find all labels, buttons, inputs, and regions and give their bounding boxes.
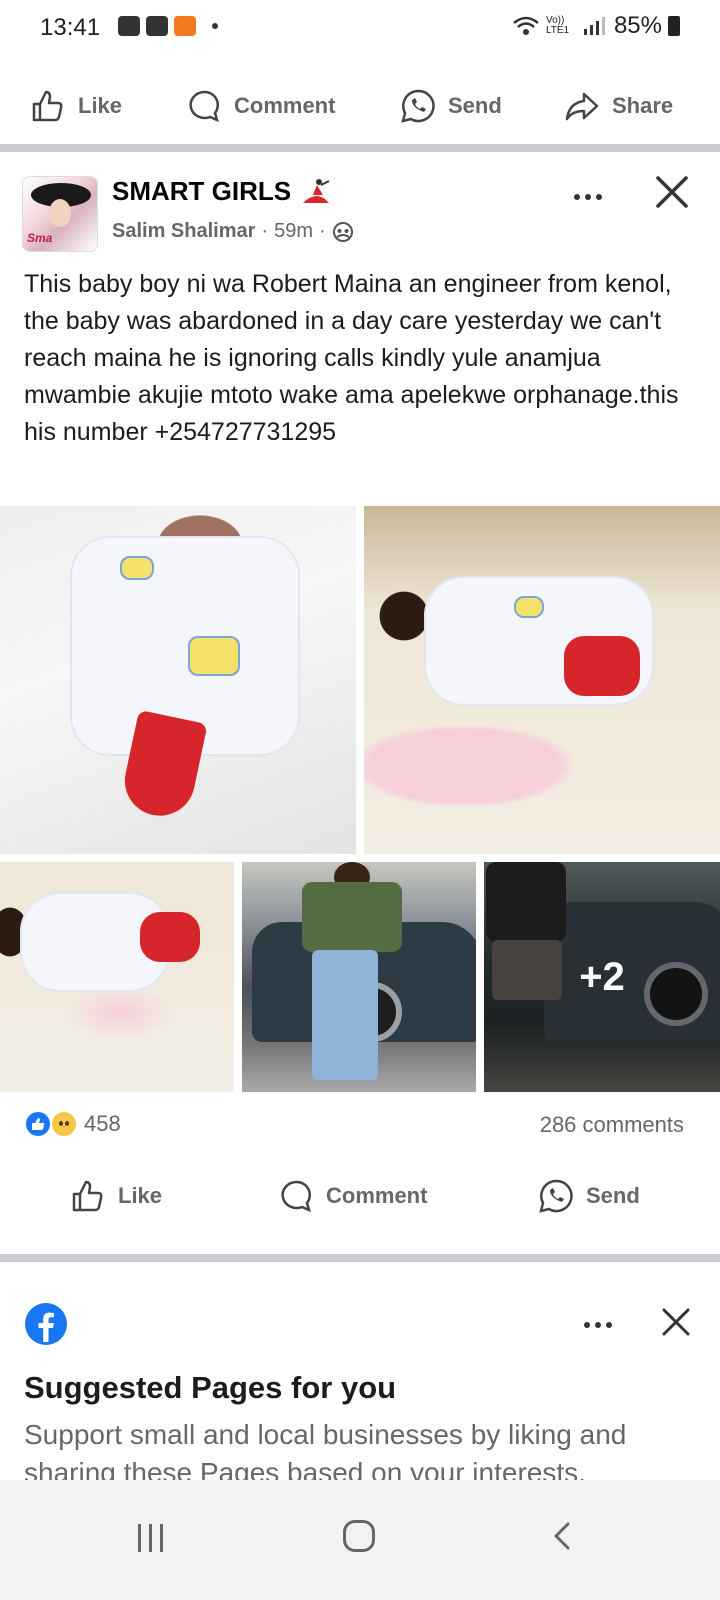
status-time: 13:41 bbox=[40, 14, 101, 41]
group-name-label: SMART GIRLS bbox=[112, 176, 292, 206]
post-like-button[interactable]: Like bbox=[70, 1166, 162, 1226]
share-button[interactable]: Share bbox=[564, 76, 673, 136]
like-icon bbox=[72, 1180, 103, 1212]
youtube-notification-icon bbox=[118, 16, 140, 36]
like-label: Like bbox=[78, 93, 123, 118]
like-icon bbox=[32, 90, 63, 122]
more-notifications-dot bbox=[212, 23, 218, 29]
red-pants-shape bbox=[564, 636, 640, 696]
more-dot bbox=[584, 1322, 590, 1328]
share-icon bbox=[565, 92, 599, 121]
whatsapp-icon bbox=[401, 89, 435, 123]
privacy-group-icon bbox=[332, 221, 353, 242]
group-avatar[interactable]: Sma bbox=[22, 176, 98, 252]
battery-icon bbox=[668, 16, 680, 36]
recents-bar bbox=[160, 1524, 163, 1552]
suggested-close-icon[interactable] bbox=[656, 1302, 696, 1342]
network-label: Vo)) LTE1 bbox=[545, 15, 570, 36]
post-time[interactable]: 59m bbox=[274, 220, 313, 243]
elephant-print-shape bbox=[120, 556, 154, 580]
temu-notification-icon bbox=[174, 16, 196, 36]
facebook-logo-icon bbox=[25, 1303, 67, 1345]
comment-icon bbox=[189, 90, 220, 123]
reaction-count: 458 bbox=[84, 1111, 121, 1136]
reactions-summary[interactable]: 458 bbox=[24, 1110, 121, 1138]
red-pants-shape bbox=[140, 912, 200, 962]
post-actions: Like Comment Send bbox=[0, 1166, 720, 1226]
post-like-label: Like bbox=[118, 1183, 163, 1208]
feed-separator bbox=[0, 144, 720, 152]
post-send-button[interactable]: Send bbox=[538, 1166, 640, 1226]
meta-separator: · bbox=[261, 220, 269, 242]
elephant-print-shape bbox=[188, 636, 240, 676]
like-button[interactable]: Like bbox=[30, 76, 122, 136]
post-meta: Salim Shalimar · 59m · bbox=[112, 220, 354, 243]
status-right: Vo)) LTE1 85% bbox=[512, 12, 680, 40]
meta-separator-2: · bbox=[318, 220, 326, 242]
more-photos-overlay[interactable]: +2 bbox=[484, 862, 720, 1092]
whatsapp-icon bbox=[539, 1179, 573, 1213]
gallery-notification-icon bbox=[146, 16, 168, 36]
notification-icons bbox=[118, 16, 218, 36]
elephant-print-shape bbox=[514, 596, 544, 618]
recents-bar bbox=[149, 1524, 152, 1552]
comment-icon bbox=[281, 1180, 312, 1213]
battery-percent: 85% bbox=[613, 12, 662, 39]
suggested-more-button[interactable] bbox=[578, 1310, 618, 1340]
status-bar: 13:41 Vo)) LTE1 85% bbox=[0, 0, 720, 56]
comments-count[interactable]: 286 comments bbox=[540, 1112, 684, 1138]
more-dot bbox=[606, 1322, 612, 1328]
sad-reaction-icon bbox=[50, 1110, 78, 1138]
group-name[interactable]: SMART GIRLS bbox=[112, 176, 333, 207]
man-shirt-shape bbox=[302, 882, 402, 952]
feed-separator bbox=[0, 1254, 720, 1262]
dancer-emoji-icon bbox=[303, 178, 330, 203]
recents-button[interactable] bbox=[138, 1524, 170, 1554]
comment-label: Comment bbox=[234, 93, 336, 118]
suggested-title: Suggested Pages for you bbox=[24, 1370, 397, 1405]
more-dot bbox=[596, 194, 602, 200]
send-button[interactable]: Send bbox=[400, 76, 502, 136]
signal-icon bbox=[583, 17, 605, 35]
share-label: Share bbox=[612, 93, 674, 118]
suggested-pages-card: Suggested Pages for you Support small an… bbox=[0, 1272, 720, 1488]
post-photo-3[interactable] bbox=[0, 862, 234, 1092]
post-more-button[interactable] bbox=[568, 182, 608, 212]
more-photos-count: +2 bbox=[579, 954, 625, 999]
post-photo-2[interactable] bbox=[364, 506, 720, 854]
comment-button[interactable]: Comment bbox=[186, 76, 335, 136]
hide-post-close-icon[interactable] bbox=[650, 170, 694, 214]
avatar-face-shape bbox=[49, 199, 71, 227]
post-photo-5[interactable]: +2 bbox=[484, 862, 720, 1092]
previous-post-actions: Like Comment Send Share bbox=[0, 76, 720, 136]
post-text: This baby boy ni wa Robert Maina an engi… bbox=[24, 270, 686, 446]
more-dot bbox=[595, 1322, 601, 1328]
avatar-tag: Sma bbox=[27, 231, 53, 245]
wifi-icon bbox=[513, 16, 539, 35]
back-chevron-icon[interactable] bbox=[544, 1518, 580, 1554]
more-dot bbox=[574, 194, 580, 200]
system-nav-bar bbox=[0, 1480, 720, 1600]
home-button[interactable] bbox=[343, 1520, 375, 1552]
like-reaction-icon bbox=[24, 1110, 52, 1138]
send-label: Send bbox=[448, 93, 502, 118]
more-dot bbox=[585, 194, 591, 200]
post-comment-label: Comment bbox=[326, 1183, 428, 1208]
post-author[interactable]: Salim Shalimar bbox=[112, 220, 255, 243]
recents-bar bbox=[138, 1524, 141, 1552]
post-send-label: Send bbox=[586, 1183, 640, 1208]
post-photo-1[interactable] bbox=[0, 506, 356, 854]
man-jeans-shape bbox=[312, 950, 378, 1080]
post-photo-4[interactable] bbox=[242, 862, 476, 1092]
post-comment-button[interactable]: Comment bbox=[278, 1166, 427, 1226]
feed-post: Sma SMART GIRLS Salim Shalimar · 59m · T… bbox=[0, 156, 720, 1252]
